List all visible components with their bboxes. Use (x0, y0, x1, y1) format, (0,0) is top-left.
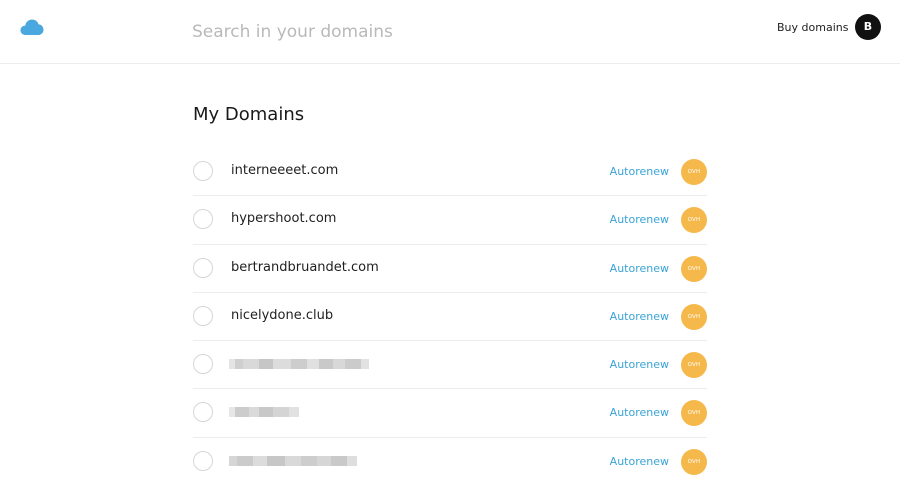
autorenew-link[interactable]: Autorenew (610, 213, 669, 226)
registrar-badge: OVH (681, 400, 707, 427)
select-checkbox[interactable] (193, 402, 213, 423)
registrar-badge: OVH (681, 207, 707, 234)
redacted-domain-name (229, 358, 369, 370)
list-item[interactable]: interneeeet.com Autorenew OVH (193, 148, 707, 197)
autorenew-link[interactable]: Autorenew (610, 406, 669, 419)
domain-list: interneeeet.com Autorenew OVH hypershoot.co… (193, 148, 707, 484)
autorenew-link[interactable]: Autorenew (610, 165, 669, 178)
domain-name[interactable]: bertrandbruandet.com (231, 260, 379, 275)
redacted-domain-name (229, 455, 357, 467)
autorenew-link[interactable]: Autorenew (610, 358, 669, 371)
list-item[interactable]: hypershoot.com Autorenew OVH (193, 196, 707, 245)
page-title: My Domains (193, 104, 305, 125)
search-input[interactable] (192, 18, 712, 46)
select-checkbox[interactable] (193, 450, 213, 471)
buy-domains-link[interactable]: Buy domains (777, 20, 848, 36)
select-checkbox[interactable] (193, 209, 213, 230)
domain-name[interactable]: nicelydone.club (231, 308, 333, 323)
registrar-badge: OVH (681, 448, 707, 475)
select-checkbox[interactable] (193, 257, 213, 278)
list-item[interactable]: nicelydone.club Autorenew OVH (193, 293, 707, 342)
domain-name[interactable]: interneeeet.com (231, 163, 338, 178)
cloud-icon[interactable] (20, 18, 44, 36)
list-item[interactable]: Autorenew OVH (193, 389, 707, 438)
avatar[interactable]: B (855, 14, 881, 40)
list-item[interactable]: Autorenew OVH (193, 438, 707, 484)
registrar-badge: OVH (681, 352, 707, 379)
registrar-badge: OVH (681, 159, 707, 185)
domain-name[interactable]: hypershoot.com (231, 211, 336, 226)
autorenew-link[interactable]: Autorenew (610, 455, 669, 468)
autorenew-link[interactable]: Autorenew (610, 262, 669, 275)
autorenew-link[interactable]: Autorenew (610, 310, 669, 323)
select-checkbox[interactable] (193, 161, 213, 181)
top-bar: Buy domains B (0, 0, 900, 64)
select-checkbox[interactable] (193, 305, 213, 326)
list-item[interactable]: Autorenew OVH (193, 341, 707, 390)
registrar-badge: OVH (681, 255, 707, 282)
list-item[interactable]: bertrandbruandet.com Autorenew OVH (193, 245, 707, 293)
registrar-badge: OVH (681, 303, 707, 330)
redacted-domain-name (229, 406, 299, 418)
select-checkbox[interactable] (193, 354, 213, 375)
